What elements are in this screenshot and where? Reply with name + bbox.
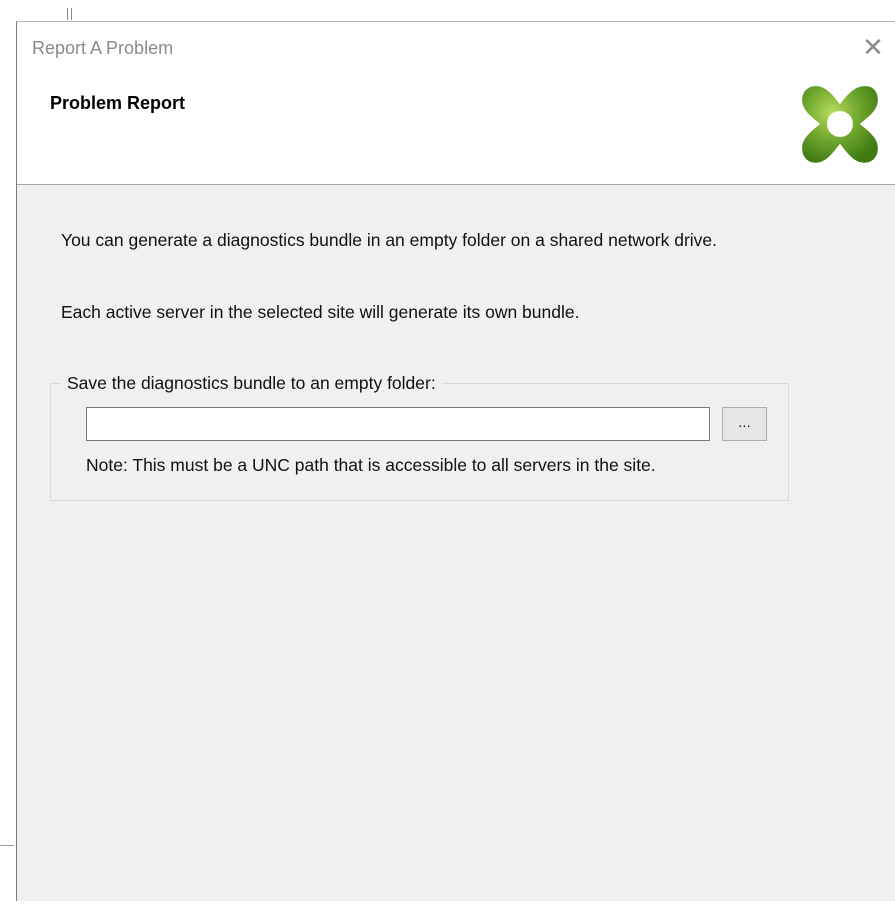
unc-path-note: Note: This must be a UNC path that is ac… — [86, 455, 656, 475]
dialog-title: Report A Problem — [32, 38, 174, 58]
citrix-x-logo-icon — [802, 86, 878, 163]
save-location-label: Save the diagnostics bundle to an empty … — [61, 373, 442, 394]
wizard-header: Problem Report — [17, 74, 895, 185]
folder-path-input[interactable] — [86, 407, 710, 441]
background-window-mark — [67, 8, 72, 20]
background-window-edge — [0, 845, 14, 846]
close-button[interactable]: ✕ — [853, 30, 893, 66]
close-icon: ✕ — [862, 33, 884, 63]
dialog-body: You can generate a diagnostics bundle in… — [17, 185, 895, 905]
description-text: You can generate a diagnostics bundle in… — [61, 230, 718, 250]
browse-button[interactable]: ... — [722, 407, 767, 441]
save-location-group — [50, 383, 789, 501]
report-problem-dialog: Report A Problem ✕ Problem Report You ca… — [16, 21, 895, 901]
page-title: Problem Report — [50, 93, 186, 113]
server-info-text: Each active server in the selected site … — [61, 302, 580, 322]
dialog-titlebar: Report A Problem ✕ — [17, 22, 895, 74]
